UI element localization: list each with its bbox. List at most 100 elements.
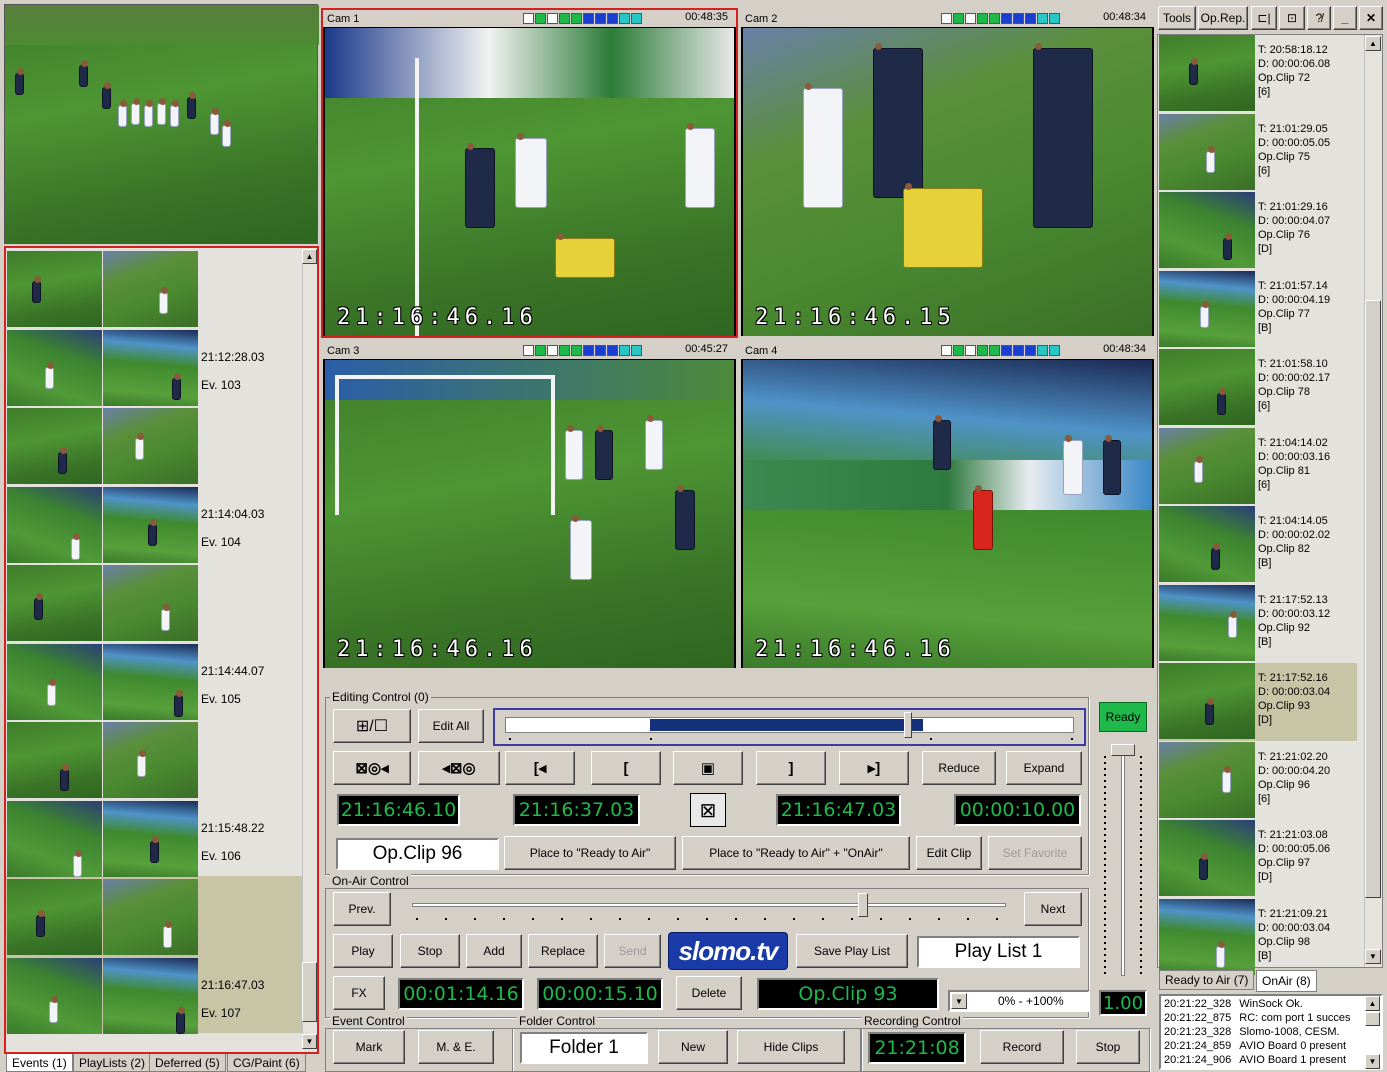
goto-in-icon[interactable]: [◂ xyxy=(505,751,575,785)
event-thumbnail[interactable] xyxy=(7,722,102,798)
event-thumbnail[interactable] xyxy=(103,565,198,641)
mark-in-icon[interactable]: [ xyxy=(591,751,661,785)
replace-button[interactable]: Replace xyxy=(528,934,598,968)
fx-button[interactable]: FX xyxy=(333,976,385,1010)
cam4-panel[interactable]: Cam 4 00:48:34 21:16:46.16 xyxy=(739,340,1156,670)
clip-item[interactable]: T: 21:21:09.21 D: 00:00:03.04 Op.Clip 98 [B… xyxy=(1159,898,1357,977)
event-item[interactable]: 21:14:44.07 Ev. 105 xyxy=(198,564,302,721)
goto-out-icon[interactable]: ▸] xyxy=(839,751,909,785)
delete-button[interactable]: Delete xyxy=(676,976,742,1010)
event-thumbnail[interactable] xyxy=(7,486,102,563)
next-button[interactable]: Next xyxy=(1024,892,1082,926)
clip-item[interactable]: T: 21:17:52.16 D: 00:00:03.04 Op.Clip 93 [D… xyxy=(1159,663,1357,741)
event-thumbnail[interactable] xyxy=(7,643,102,720)
event-thumbnail[interactable] xyxy=(103,800,198,877)
minimize-icon[interactable]: _ xyxy=(1333,6,1357,30)
speed-vertical-handle[interactable] xyxy=(1111,744,1135,756)
m-and-e-button[interactable]: M. & E. xyxy=(418,1030,494,1064)
clip-item[interactable]: T: 21:01:58.10 D: 00:00:02.17 Op.Clip 78 [6… xyxy=(1159,349,1357,427)
add-button[interactable]: Add xyxy=(466,934,522,968)
new-folder-button[interactable]: New xyxy=(658,1030,728,1064)
clip-name-field[interactable]: Op.Clip 96 xyxy=(336,838,499,870)
event-thumbnail[interactable] xyxy=(103,329,198,406)
expand-button[interactable]: Expand xyxy=(1006,751,1082,785)
scroll-up-icon[interactable]: ▲ xyxy=(1365,36,1381,51)
play-button[interactable]: Play xyxy=(333,934,393,968)
tab-events[interactable]: Events (1) xyxy=(6,1054,73,1072)
split-view-button[interactable]: ⊞/☐ xyxy=(333,709,411,743)
record-button[interactable]: Record xyxy=(980,1030,1064,1064)
event-thumbnail[interactable] xyxy=(103,643,198,720)
set-favorite-button[interactable]: Set Favorite xyxy=(988,836,1082,870)
event-thumbnail[interactable] xyxy=(7,408,102,484)
timeline-handle[interactable] xyxy=(904,712,912,738)
log-scroll-down-icon[interactable]: ▼ xyxy=(1365,1054,1380,1069)
cue-in-icon[interactable]: ⊠◎◂ xyxy=(333,751,411,785)
scroll-thumb[interactable] xyxy=(302,962,317,1022)
hide-clips-button[interactable]: Hide Clips xyxy=(737,1030,845,1064)
log-scroll-thumb[interactable] xyxy=(1365,1012,1380,1026)
close-icon[interactable]: ✕ xyxy=(1359,6,1383,30)
no-edit-icon[interactable]: ⊠ xyxy=(690,793,726,827)
clip-item[interactable]: T: 21:04:14.05 D: 00:00:02.02 Op.Clip 82 [B… xyxy=(1159,506,1357,584)
onair-position-slider[interactable] xyxy=(412,903,1006,907)
place-ready-button[interactable]: Place to "Ready to Air" xyxy=(504,836,676,870)
event-thumbnail[interactable] xyxy=(7,565,102,641)
event-thumbnail[interactable] xyxy=(7,329,102,406)
rec-stop-button[interactable]: Stop xyxy=(1076,1030,1140,1064)
event-item[interactable]: 21:16:47.03 Ev. 107 xyxy=(198,878,302,1035)
event-thumbnail[interactable] xyxy=(103,251,198,327)
speed-vertical-slider[interactable] xyxy=(1121,748,1125,976)
event-item[interactable]: 21:14:04.03 Ev. 104 xyxy=(198,407,302,564)
op-rep-button[interactable]: Op.Rep. xyxy=(1198,6,1248,30)
window-icon[interactable]: ⊡ xyxy=(1279,6,1305,30)
event-item[interactable]: 21:15:48.22 Ev. 106 xyxy=(198,721,302,878)
scroll-thumb[interactable] xyxy=(1365,300,1381,898)
edit-clip-button[interactable]: Edit Clip xyxy=(916,836,982,870)
edit-all-button[interactable]: Edit All xyxy=(418,709,484,743)
stop-frame-icon[interactable]: ▣ xyxy=(673,751,743,785)
cam2-panel[interactable]: Cam 2 00:48:34 21:16:46.15 xyxy=(739,8,1156,338)
clip-item[interactable]: T: 21:04:14.02 D: 00:00:03.16 Op.Clip 81 [6… xyxy=(1159,427,1357,506)
dock-icon[interactable]: ⊏| xyxy=(1251,6,1277,30)
event-thumbnail[interactable] xyxy=(103,486,198,563)
event-thumbnail[interactable] xyxy=(7,251,102,327)
event-thumbnail[interactable] xyxy=(7,879,102,955)
tab-cg-paint[interactable]: CG/Paint (6) xyxy=(227,1054,306,1072)
clip-item[interactable]: T: 21:01:57.14 D: 00:00:04.19 Op.Clip 77 [B… xyxy=(1159,270,1357,349)
clip-item[interactable]: T: 21:01:29.05 D: 00:00:05.05 Op.Clip 75 [6… xyxy=(1159,113,1357,192)
scroll-down-icon[interactable]: ▼ xyxy=(1365,949,1381,964)
event-item[interactable]: 21:12:28.03 Ev. 103 xyxy=(198,250,302,407)
cam3-panel[interactable]: Cam 3 00:45:27 21:16:46.16 xyxy=(321,340,738,670)
onair-position-handle[interactable] xyxy=(858,893,869,917)
playlist-name-field[interactable]: Play List 1 xyxy=(917,936,1080,968)
reduce-button[interactable]: Reduce xyxy=(922,751,996,785)
event-thumbnail[interactable] xyxy=(103,957,198,1034)
place-ready-onair-button[interactable]: Place to "Ready to Air" + "OnAir" xyxy=(682,836,910,870)
mark-out-icon[interactable]: ] xyxy=(756,751,826,785)
event-list-scrollbar[interactable] xyxy=(302,249,317,1049)
folder-name-field[interactable]: Folder 1 xyxy=(520,1032,648,1064)
prev-button[interactable]: Prev. xyxy=(333,892,391,926)
clip-item[interactable]: T: 21:21:02.20 D: 00:00:04.20 Op.Clip 96 [6… xyxy=(1159,741,1357,820)
send-button[interactable]: Send xyxy=(604,934,661,968)
tab-onair[interactable]: OnAir (8) xyxy=(1256,970,1317,992)
clip-item[interactable]: T: 21:01:29.16 D: 00:00:04.07 Op.Clip 76 [D… xyxy=(1159,192,1357,270)
scroll-down-icon[interactable]: ▼ xyxy=(302,1034,317,1049)
tab-deferred[interactable]: Deferred (5) xyxy=(149,1054,226,1072)
tab-ready-to-air[interactable]: Ready to Air (7) xyxy=(1159,970,1255,990)
tab-playlists[interactable]: PlayLists (2) xyxy=(73,1054,152,1072)
event-thumbnail[interactable] xyxy=(7,800,102,877)
tools-button[interactable]: Tools xyxy=(1158,6,1196,30)
event-thumbnail[interactable] xyxy=(7,957,102,1034)
cue-out-icon[interactable]: ◂⊠◎ xyxy=(418,751,500,785)
log-scroll-up-icon[interactable]: ▲ xyxy=(1365,996,1380,1011)
speed-dropdown[interactable]: ▼ 0% - +100% xyxy=(948,990,1090,1012)
event-thumbnail[interactable] xyxy=(103,879,198,955)
help-icon[interactable]: ?̸ xyxy=(1307,6,1331,30)
scroll-up-icon[interactable]: ▲ xyxy=(302,249,317,264)
clip-item[interactable]: T: 20:58:18.12 D: 00:00:06.08 Op.Clip 72 [6… xyxy=(1159,35,1357,113)
chevron-down-icon[interactable]: ▼ xyxy=(951,993,967,1009)
event-thumbnail[interactable] xyxy=(103,722,198,798)
clip-item[interactable]: T: 21:21:03.08 D: 00:00:05.06 Op.Clip 97 [D… xyxy=(1159,820,1357,898)
